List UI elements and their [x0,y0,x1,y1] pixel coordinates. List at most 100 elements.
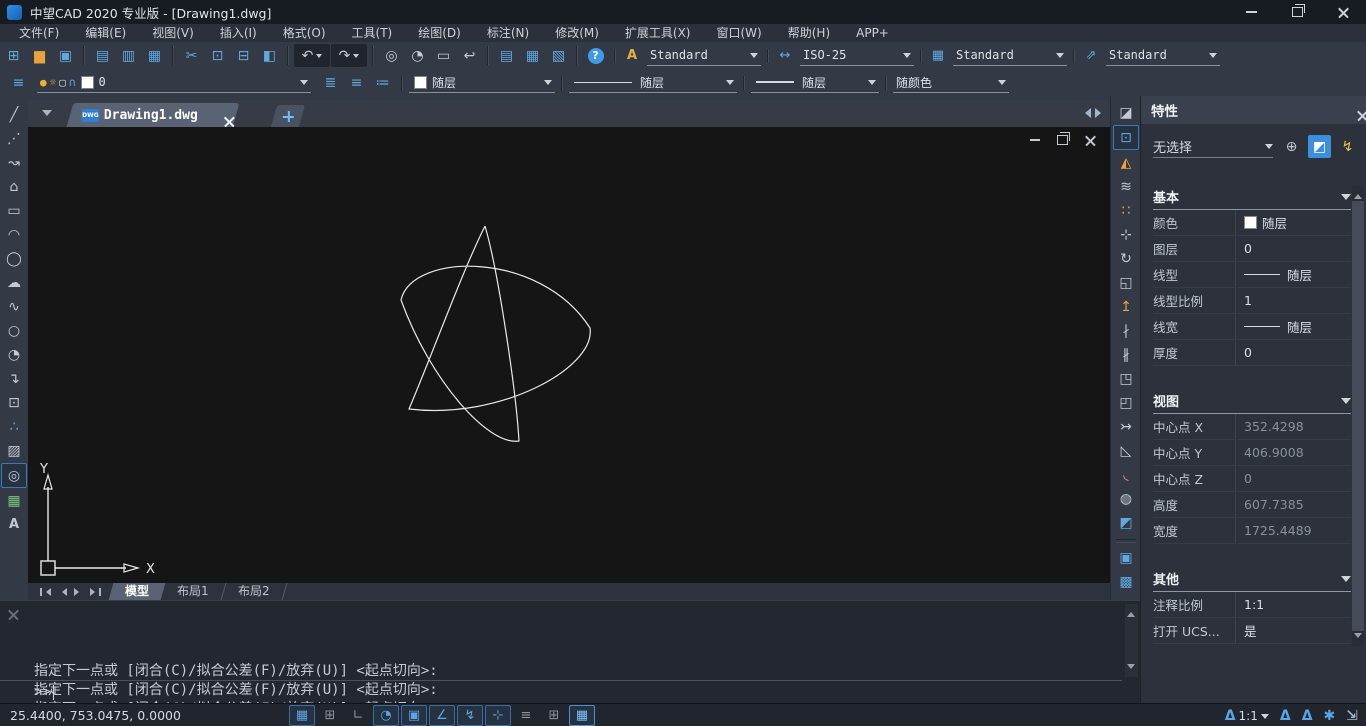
section-view-header[interactable]: 视图 [1153,388,1351,414]
cut-icon[interactable]: ✂ [179,44,204,67]
property-row[interactable]: 颜色 随层 [1153,210,1351,236]
layer-isolate-icon[interactable]: ≔ [370,71,395,94]
scroll-up-icon[interactable] [1354,190,1362,199]
zoom-previous-icon[interactable]: ↩ [457,44,482,67]
drawing-minimize-button[interactable] [1030,139,1040,141]
new-file-icon[interactable]: ⊞ [1,44,26,67]
lengthen-icon[interactable]: ∤ [1114,319,1138,342]
auto-annotate-icon[interactable]: Δ [1280,708,1291,724]
insert-block-icon[interactable]: ↴ [2,367,26,390]
break-icon[interactable]: ∦ [1114,343,1138,366]
smooth-icon[interactable]: ◍ [1114,487,1138,510]
drawing-close-button[interactable] [1085,135,1096,146]
zoom-realtime-icon[interactable]: ◔ [405,44,430,67]
copy-icon[interactable]: ⊡ [1113,125,1139,150]
tool-palettes-icon[interactable]: ▧ [546,44,571,67]
model-space-icon[interactable]: ▦ [569,705,595,726]
window-restore-button[interactable] [1274,0,1320,24]
tab-scroll-left-icon[interactable] [1080,108,1091,118]
fullscreen-icon[interactable]: ⇲ [1346,708,1358,724]
properties-palette-icon[interactable]: ▤ [494,44,519,67]
property-row[interactable]: 线型 随层 [1153,262,1351,288]
property-row[interactable]: 高度 607.7385 [1153,492,1351,518]
draw-order-front-icon[interactable]: ▣ [1114,546,1138,569]
scale-icon[interactable]: ◱ [1114,271,1138,294]
property-row[interactable]: 注释比例 1:1 [1153,592,1351,618]
menu-item[interactable]: 工具(T) [339,24,406,42]
trim-icon[interactable]: ◳ [1114,367,1138,390]
menu-item[interactable]: 绘图(D) [405,24,474,42]
print-icon[interactable]: ▤ [90,44,115,67]
polar-tracking-icon[interactable]: ◔ [373,705,399,726]
polygon-icon[interactable]: ⌂ [2,175,26,198]
layer-manager-icon[interactable]: ≡ [6,71,31,94]
properties-header[interactable]: 特性 [1141,96,1366,124]
array-icon[interactable]: ∷ [1114,199,1138,222]
menu-item[interactable]: APP+ [843,24,902,42]
spline-icon[interactable]: ∿ [2,295,26,318]
paste-icon[interactable]: ⊟ [231,44,256,67]
text-style-select[interactable]: Standard [647,46,761,66]
offset-icon[interactable]: ≋ [1114,175,1138,198]
dynamic-ucs-icon[interactable]: ↯ [457,705,483,726]
arc-icon[interactable]: ◠ [2,223,26,246]
make-block-icon[interactable]: ⊡ [2,391,26,414]
menu-item[interactable]: 修改(M) [542,24,612,42]
zoom-window-icon[interactable]: ▭ [431,44,456,67]
erase-icon[interactable]: ◪ [1114,101,1138,124]
command-input[interactable]: >> [34,684,54,700]
stretch-icon[interactable]: ↥ [1114,295,1138,318]
mtext-icon[interactable]: A [2,513,26,536]
rectangle-icon[interactable]: ▭ [2,199,26,222]
settings-gear-icon[interactable]: ✱ [1324,708,1336,724]
menu-item[interactable]: 扩展工具(X) [612,24,704,42]
extend-icon[interactable]: ◰ [1114,391,1138,414]
move-icon[interactable]: ⊹ [1114,223,1138,246]
section-basic-header[interactable]: 基本 [1153,184,1351,210]
table-style-icon[interactable]: ▦ [928,48,948,63]
layer-previous-icon[interactable]: ≣ [318,71,343,94]
object-snap-icon[interactable]: ▣ [401,705,427,726]
mirror-icon[interactable]: ◭ [1114,151,1138,174]
dynamic-input-icon[interactable]: ⊹ [485,705,511,726]
menu-item[interactable]: 插入(I) [207,24,270,42]
layer-states-icon[interactable]: ≡ [344,71,369,94]
layer-select[interactable]: ● ☼ ▢ ∩ 0 [37,73,311,93]
menu-item[interactable]: 格式(O) [270,24,339,42]
linetype-select[interactable]: 随层 [569,73,737,93]
plotstyle-select[interactable]: 随颜色 [893,73,1009,93]
dim-style-select[interactable]: ISO-25 [800,46,914,66]
table-style-select[interactable]: Standard [953,46,1067,66]
annotation-scale-control[interactable]: Δ 1:1 [1225,708,1269,724]
fillet-icon[interactable]: ◟ [1114,463,1138,486]
first-layout-button[interactable] [40,588,51,596]
new-tab-button[interactable] [271,105,305,127]
ellipse-arc-icon[interactable]: ◔ [2,343,26,366]
construction-line-icon[interactable]: ⋰ [2,127,26,150]
next-layout-button[interactable] [74,588,83,596]
format-painter-icon[interactable]: ◧ [257,44,282,67]
undo-icon[interactable]: ↶ [294,44,330,67]
ellipse-icon[interactable]: ○ [2,319,26,342]
property-row[interactable]: 中心点 Y 406.9008 [1153,440,1351,466]
pan-icon[interactable]: ◎ [379,44,404,67]
property-row[interactable]: 线宽 随层 [1153,314,1351,340]
open-file-icon[interactable]: ▆ [27,44,52,67]
design-center-icon[interactable]: ▦ [520,44,545,67]
revision-cloud-icon[interactable]: ☁ [2,271,26,294]
selection-filter-select[interactable]: 无选择 [1153,135,1273,158]
property-row[interactable]: 厚度 0 [1153,340,1351,366]
scroll-down-icon[interactable] [1354,633,1362,642]
table-icon[interactable]: ▦ [2,489,26,512]
property-row[interactable]: 中心点 Z 0 [1153,466,1351,492]
menu-item[interactable]: 编辑(E) [72,24,139,42]
line-icon[interactable]: ╱ [2,103,26,126]
dim-style-icon[interactable]: ↔ [775,48,795,63]
tab-scroll-right-icon[interactable] [1095,108,1106,118]
color-select[interactable]: 随层 [409,73,555,93]
menu-item[interactable]: 窗口(W) [704,24,775,42]
annotation-refresh-icon[interactable]: Δ [1302,708,1313,724]
lineweight-select[interactable]: 随层 [751,73,879,93]
quick-select-icon[interactable]: ⊕ [1280,135,1303,158]
scroll-up-icon[interactable] [1127,608,1135,617]
